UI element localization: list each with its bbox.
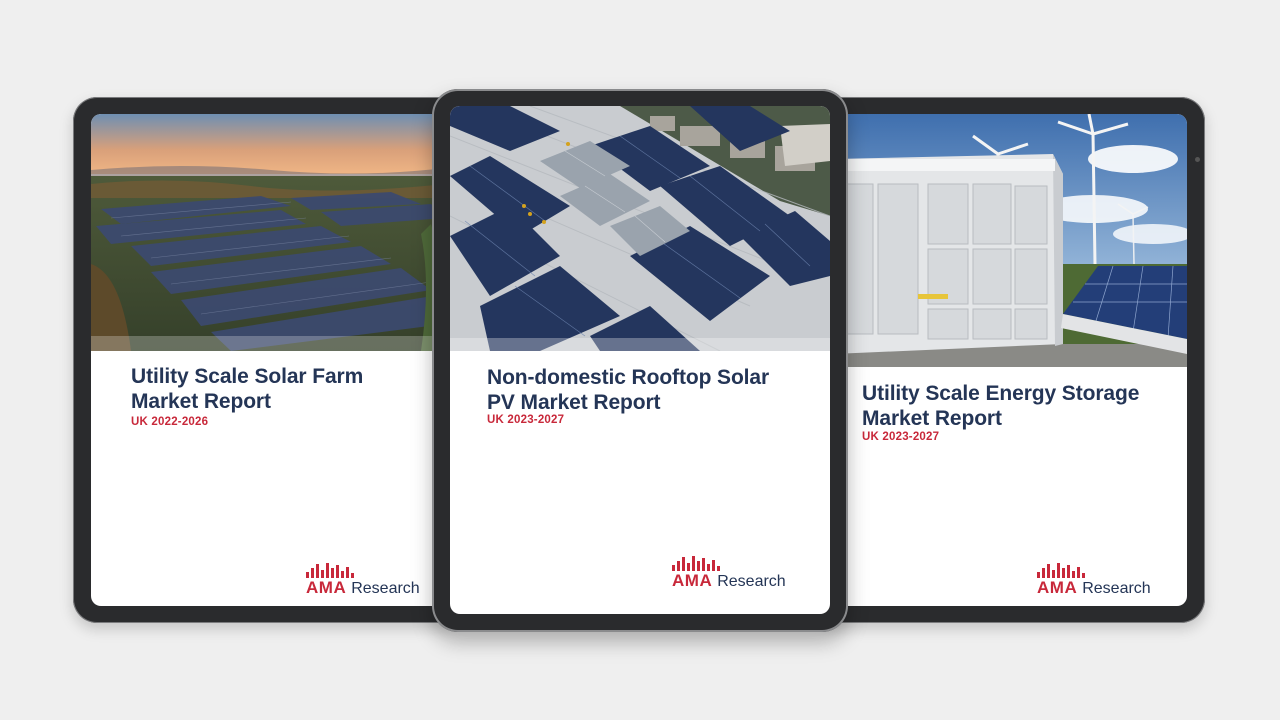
report-title-line1: Utility Scale Solar Farm — [131, 365, 364, 388]
report-title-line2: Market Report — [131, 390, 271, 413]
ama-research-logo: AMA Research — [306, 562, 436, 602]
solar-farm-image — [91, 114, 445, 351]
logo-ama-text: AMA — [1037, 578, 1078, 597]
logo-research-text: Research — [351, 580, 420, 597]
bars-icon — [1037, 563, 1085, 578]
report-title: Non-domestic Rooftop Solar PV Market Rep… — [487, 365, 769, 415]
report-subtitle: UK 2022-2026 — [131, 416, 209, 428]
report-subtitle: UK 2023-2027 — [862, 431, 940, 443]
report-title-line1: Utility Scale Energy Storage — [862, 382, 1140, 405]
tablet-rooftop-solar-report[interactable]: Non-domestic Rooftop Solar PV Market Rep… — [432, 89, 848, 632]
report-cover-rooftop-solar[interactable]: Non-domestic Rooftop Solar PV Market Rep… — [450, 106, 830, 614]
battery-storage-image — [833, 114, 1187, 367]
bars-icon — [306, 563, 354, 578]
logo-ama-text: AMA — [306, 578, 347, 597]
tablet-solar-farm-report[interactable]: Utility Scale Solar Farm Market Report U… — [73, 97, 463, 623]
logo-ama-text: AMA — [672, 571, 713, 590]
ama-research-logo: AMA Research — [672, 555, 802, 595]
report-title-line2: PV Market Report — [487, 391, 661, 414]
report-subtitle: UK 2023-2027 — [487, 414, 565, 426]
report-cover-energy-storage[interactable]: Utility Scale Energy Storage Market Repo… — [833, 114, 1187, 606]
logo-research-text: Research — [717, 573, 786, 590]
report-title: Utility Scale Energy Storage Market Repo… — [862, 381, 1139, 431]
logo-research-text: Research — [1082, 580, 1151, 597]
bars-icon — [672, 556, 720, 571]
report-title-line1: Non-domestic Rooftop Solar — [487, 366, 770, 389]
ama-research-logo: AMA Research — [1037, 562, 1167, 602]
camera-dot — [1195, 157, 1200, 162]
report-title: Utility Scale Solar Farm Market Report — [131, 364, 363, 414]
report-cover-solar-farm[interactable]: Utility Scale Solar Farm Market Report U… — [91, 114, 445, 606]
tablet-energy-storage-report[interactable]: Utility Scale Energy Storage Market Repo… — [815, 97, 1205, 623]
rooftop-solar-image — [450, 106, 830, 351]
report-title-line2: Market Report — [862, 407, 1002, 430]
